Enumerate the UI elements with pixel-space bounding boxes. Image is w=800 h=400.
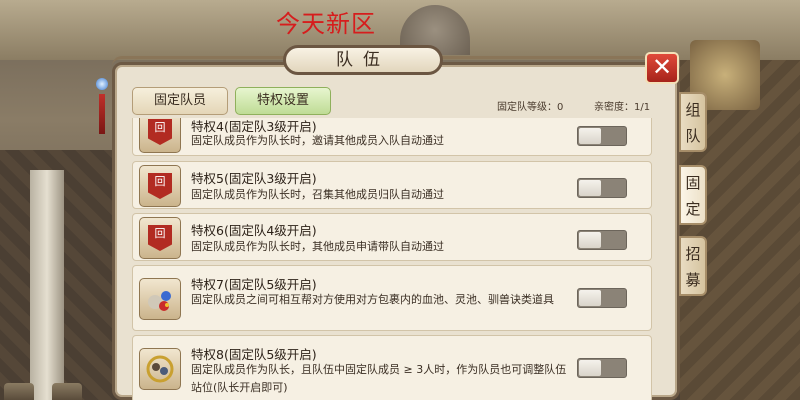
privilege-row: 回 特权5(固定队3级开启) 固定队成员作为队长时，召集其他成员归队自动通过 [132,161,652,209]
privilege-toggle[interactable] [577,230,627,250]
privilege-desc: 固定队成员作为队长时，邀请其他成员入队自动通过 [191,134,444,147]
privilege-toggle[interactable] [577,288,627,308]
privilege-desc: 固定队成员作为队长时，其他成员申请带队自动通过 [191,240,444,253]
dialog-title: 队伍 [283,45,443,75]
privilege-row: 特权7(固定队5级开启) 固定队成员之间可相互帮对方使用对方包裹内的血池、灵池、… [132,265,652,331]
privilege-row: 回 特权6(固定队4级开启) 固定队成员作为队长时，其他成员申请带队自动通过 [132,213,652,261]
side-tab-team[interactable]: 组 队 [679,92,707,152]
privilege-row: 特权8(固定队5级开启) 固定队成员作为队长，且队伍中固定队成员 ≥ 3人时，作… [132,335,652,400]
team-level-label: 固定队等级：0 [497,102,564,113]
privilege-desc: 固定队成员之间可相互帮对方使用对方包裹内的血池、灵池、驯兽诀类道具 [191,293,554,306]
privilege-title: 特权6(固定队4级开启) [191,223,317,238]
privilege-desc: 固定队成员作为队长时，召集其他成员归队自动通过 [191,188,444,201]
scene-pillar [30,170,64,400]
red-flag-icon: 回 [139,118,181,153]
side-tab-fixed[interactable]: 固 定 [679,165,707,225]
privilege-row: 回 特权4(固定队3级开启) 固定队成员作为队长时，邀请其他成员入队自动通过 [132,118,652,156]
close-button[interactable]: ✕ [645,52,679,84]
privilege-title: 特权5(固定队3级开启) [191,171,317,186]
privilege-list[interactable]: 回 特权4(固定队3级开启) 固定队成员作为队长时，邀请其他成员入队自动通过 回… [132,118,654,400]
watermark-text: 今天新区 [276,10,376,38]
privilege-desc: 固定队成员作为队长，且队伍中固定队成员 ≥ 3人时，作为队员也可调整队伍站位(队… [191,363,567,394]
intimacy-label: 亲密度：1/1 [594,102,651,113]
tab-privilege-settings[interactable]: 特权设置 [235,87,331,115]
swap-members-icon [139,348,181,390]
potion-items-icon [139,278,181,320]
privilege-toggle[interactable] [577,358,627,378]
red-flag-icon: 回 [139,217,181,259]
side-tab-recruit[interactable]: 招 募 [679,236,707,296]
privilege-toggle[interactable] [577,126,627,146]
bottom-hud-icon[interactable] [4,383,34,400]
red-flag-icon: 回 [139,165,181,207]
tab-fixed-member[interactable]: 固定队员 [132,87,228,115]
bottom-hud-icon[interactable] [52,383,82,400]
privilege-toggle[interactable] [577,178,627,198]
pendant-ornament-icon [94,60,110,150]
